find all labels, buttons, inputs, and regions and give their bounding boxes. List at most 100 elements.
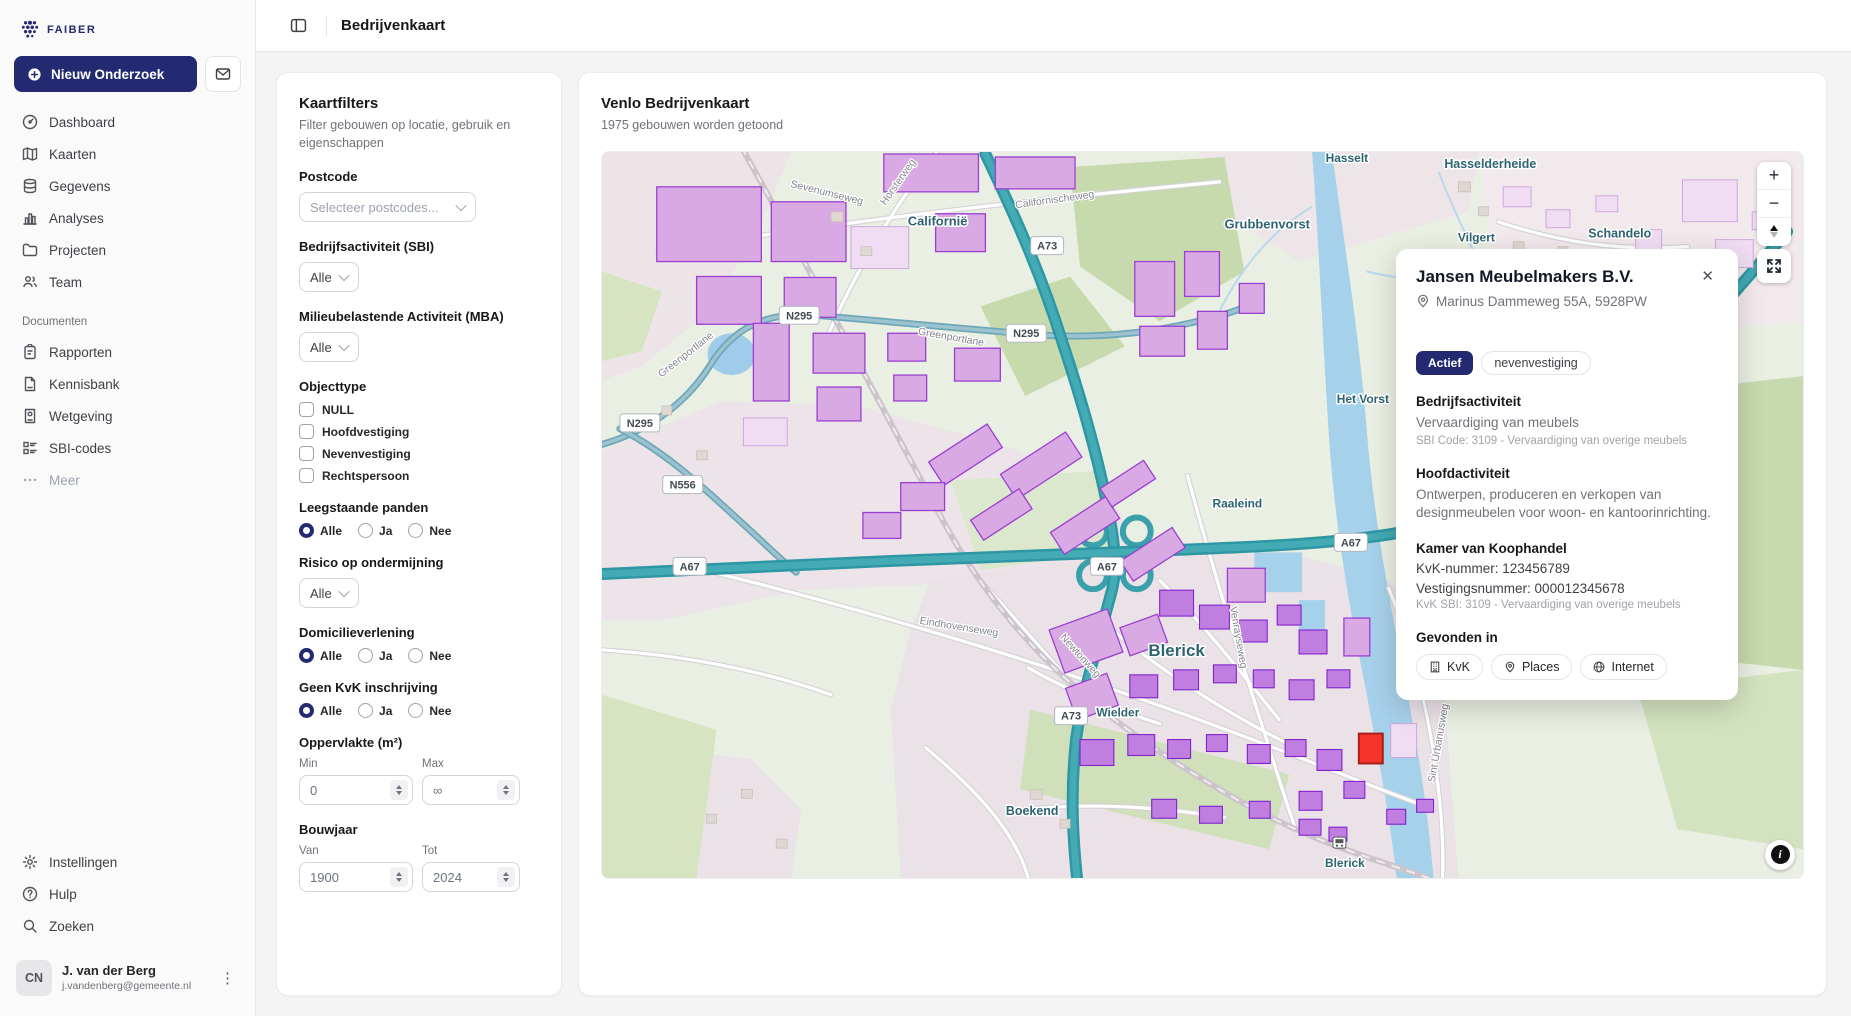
sidebar-item-wetgeving[interactable]: Wetgeving (14, 400, 241, 432)
checkbox-hoofdvestiging[interactable]: Hoofdvestiging (299, 424, 539, 439)
envelope-icon (215, 66, 231, 82)
sidebar-item-meer[interactable]: Meer (14, 464, 241, 496)
map-town-label: Wielder (1096, 705, 1139, 719)
sidebar-item-dashboard[interactable]: Dashboard (14, 106, 241, 138)
gauge-icon (22, 114, 38, 130)
user-profile[interactable]: CN J. van der Berg j.vandenberg@gemeente… (14, 956, 241, 1000)
radio-icon[interactable] (408, 648, 423, 663)
postcode-label: Postcode (299, 169, 539, 184)
radio-icon[interactable] (408, 523, 423, 538)
checkbox-icon[interactable] (299, 446, 314, 461)
vestiging-number: Vestigingsnummer: 000012345678 (1416, 581, 1718, 596)
map-town-label: Blerick (1148, 640, 1205, 659)
radio-nee[interactable]: Nee (408, 648, 451, 663)
main-activity-heading: Hoofdactiviteit (1416, 466, 1718, 481)
selected-building[interactable] (1359, 733, 1383, 763)
sidebar-item-label: Team (49, 275, 82, 290)
fullscreen-button[interactable] (1757, 249, 1791, 283)
location-pin-icon (1416, 294, 1430, 308)
sidebar-toggle-icon[interactable] (284, 12, 312, 40)
sidebar-item-sbi-codes[interactable]: SBI-codes (14, 432, 241, 464)
map-town-label: Grubbenvorst (1224, 216, 1310, 231)
sbi-select[interactable]: Alle (299, 262, 359, 292)
business-popup: Jansen Meubelmakers B.V. ✕ Marinus Damme… (1396, 249, 1738, 701)
checkbox-null[interactable]: NULL (299, 402, 539, 417)
source-internet-pill[interactable]: Internet (1580, 654, 1666, 680)
radio-ja[interactable]: Ja (358, 703, 392, 718)
sidebar-item-team[interactable]: Team (14, 266, 241, 298)
stepper-icon[interactable] (497, 867, 515, 887)
road-shield: N295 (1006, 324, 1046, 342)
sidebar-item-gegevens[interactable]: Gegevens (14, 170, 241, 202)
svg-text:A67: A67 (680, 561, 700, 573)
sidebar-item-projecten[interactable]: Projecten (14, 234, 241, 266)
oppervlakte-label: Oppervlakte (m²) (299, 735, 539, 750)
road-shield: N295 (620, 413, 660, 431)
stepper-icon[interactable] (390, 780, 408, 800)
radio-icon[interactable] (299, 703, 314, 718)
radio-alle[interactable]: Alle (299, 703, 342, 718)
activity-sbi: SBI Code: 3109 - Vervaardiging van overi… (1416, 435, 1718, 447)
objecttype-label: Objecttype (299, 379, 539, 394)
document-icon (22, 376, 38, 392)
radio-nee[interactable]: Nee (408, 703, 451, 718)
map-town-label: Hasselderheide (1444, 156, 1536, 170)
zoom-in-button[interactable]: + (1757, 162, 1791, 190)
source-places-pill[interactable]: Places (1491, 654, 1573, 680)
main-activity-text: Ontwerpen, produceren en verkopen van de… (1416, 486, 1718, 522)
sidebar-item-instellingen[interactable]: Instellingen (14, 846, 241, 878)
map-zoom-controls: + − (1757, 162, 1791, 246)
sidebar-item-analyses[interactable]: Analyses (14, 202, 241, 234)
search-icon (22, 918, 38, 934)
radio-alle[interactable]: Alle (299, 648, 342, 663)
stepper-icon[interactable] (497, 780, 515, 800)
database-icon (22, 178, 38, 194)
checkbox-icon[interactable] (299, 402, 314, 417)
postcode-select[interactable]: Selecteer postcodes... (299, 192, 476, 222)
info-icon: i (1771, 845, 1790, 864)
radio-icon[interactable] (358, 523, 373, 538)
radio-icon[interactable] (358, 648, 373, 663)
radio-nee[interactable]: Nee (408, 523, 451, 538)
popup-address: Marinus Dammeweg 55A, 5928PW (1436, 294, 1647, 309)
radio-icon[interactable] (299, 523, 314, 538)
van-label: Van (299, 845, 413, 857)
close-icon[interactable]: ✕ (1697, 267, 1718, 286)
map-town-label: Blerick (1325, 856, 1365, 870)
geen-kvk-label: Geen KvK inschrijving (299, 680, 539, 695)
source-kvk-pill[interactable]: KvK (1416, 654, 1483, 680)
sbi-label: Bedrijfsactiviteit (SBI) (299, 239, 539, 254)
sidebar-item-kennisbank[interactable]: Kennisbank (14, 368, 241, 400)
user-name: J. van der Berg (62, 963, 206, 979)
plus-circle-icon (27, 67, 42, 82)
mail-button[interactable] (205, 56, 241, 92)
sidebar-item-label: Meer (49, 473, 80, 488)
map-canvas[interactable]: SevenumsewegHorsterwegCalifornischewegGr… (601, 151, 1804, 879)
sidebar-item-kaarten[interactable]: Kaarten (14, 138, 241, 170)
checkbox-nevenvestiging[interactable]: Nevenvestiging (299, 446, 539, 461)
map-info-button[interactable]: i (1765, 840, 1795, 870)
radio-icon[interactable] (358, 703, 373, 718)
radio-icon[interactable] (408, 703, 423, 718)
sidebar-item-rapporten[interactable]: Rapporten (14, 336, 241, 368)
new-research-label: Nieuw Onderzoek (51, 67, 164, 82)
checkbox-rechtspersoon[interactable]: Rechtspersoon (299, 468, 539, 483)
checkbox-icon[interactable] (299, 424, 314, 439)
tilt-button[interactable] (1757, 218, 1791, 246)
zoom-out-button[interactable]: − (1757, 190, 1791, 218)
radio-icon[interactable] (299, 648, 314, 663)
new-research-button[interactable]: Nieuw Onderzoek (14, 56, 197, 92)
radio-ja[interactable]: Ja (358, 523, 392, 538)
topbar: Bedrijvenkaart (256, 0, 1851, 52)
checkbox-icon[interactable] (299, 468, 314, 483)
map-title: Venlo Bedrijvenkaart (601, 95, 1804, 112)
radio-ja[interactable]: Ja (358, 648, 392, 663)
svg-text:A67: A67 (1341, 537, 1361, 549)
ondermijning-select[interactable]: Alle (299, 578, 359, 608)
stepper-icon[interactable] (390, 867, 408, 887)
user-menu-kebab-icon[interactable]: ⋮ (216, 965, 239, 991)
sidebar-item-hulp[interactable]: Hulp (14, 878, 241, 910)
mba-select[interactable]: Alle (299, 332, 359, 362)
radio-alle[interactable]: Alle (299, 523, 342, 538)
sidebar-item-zoeken[interactable]: Zoeken (14, 910, 241, 942)
